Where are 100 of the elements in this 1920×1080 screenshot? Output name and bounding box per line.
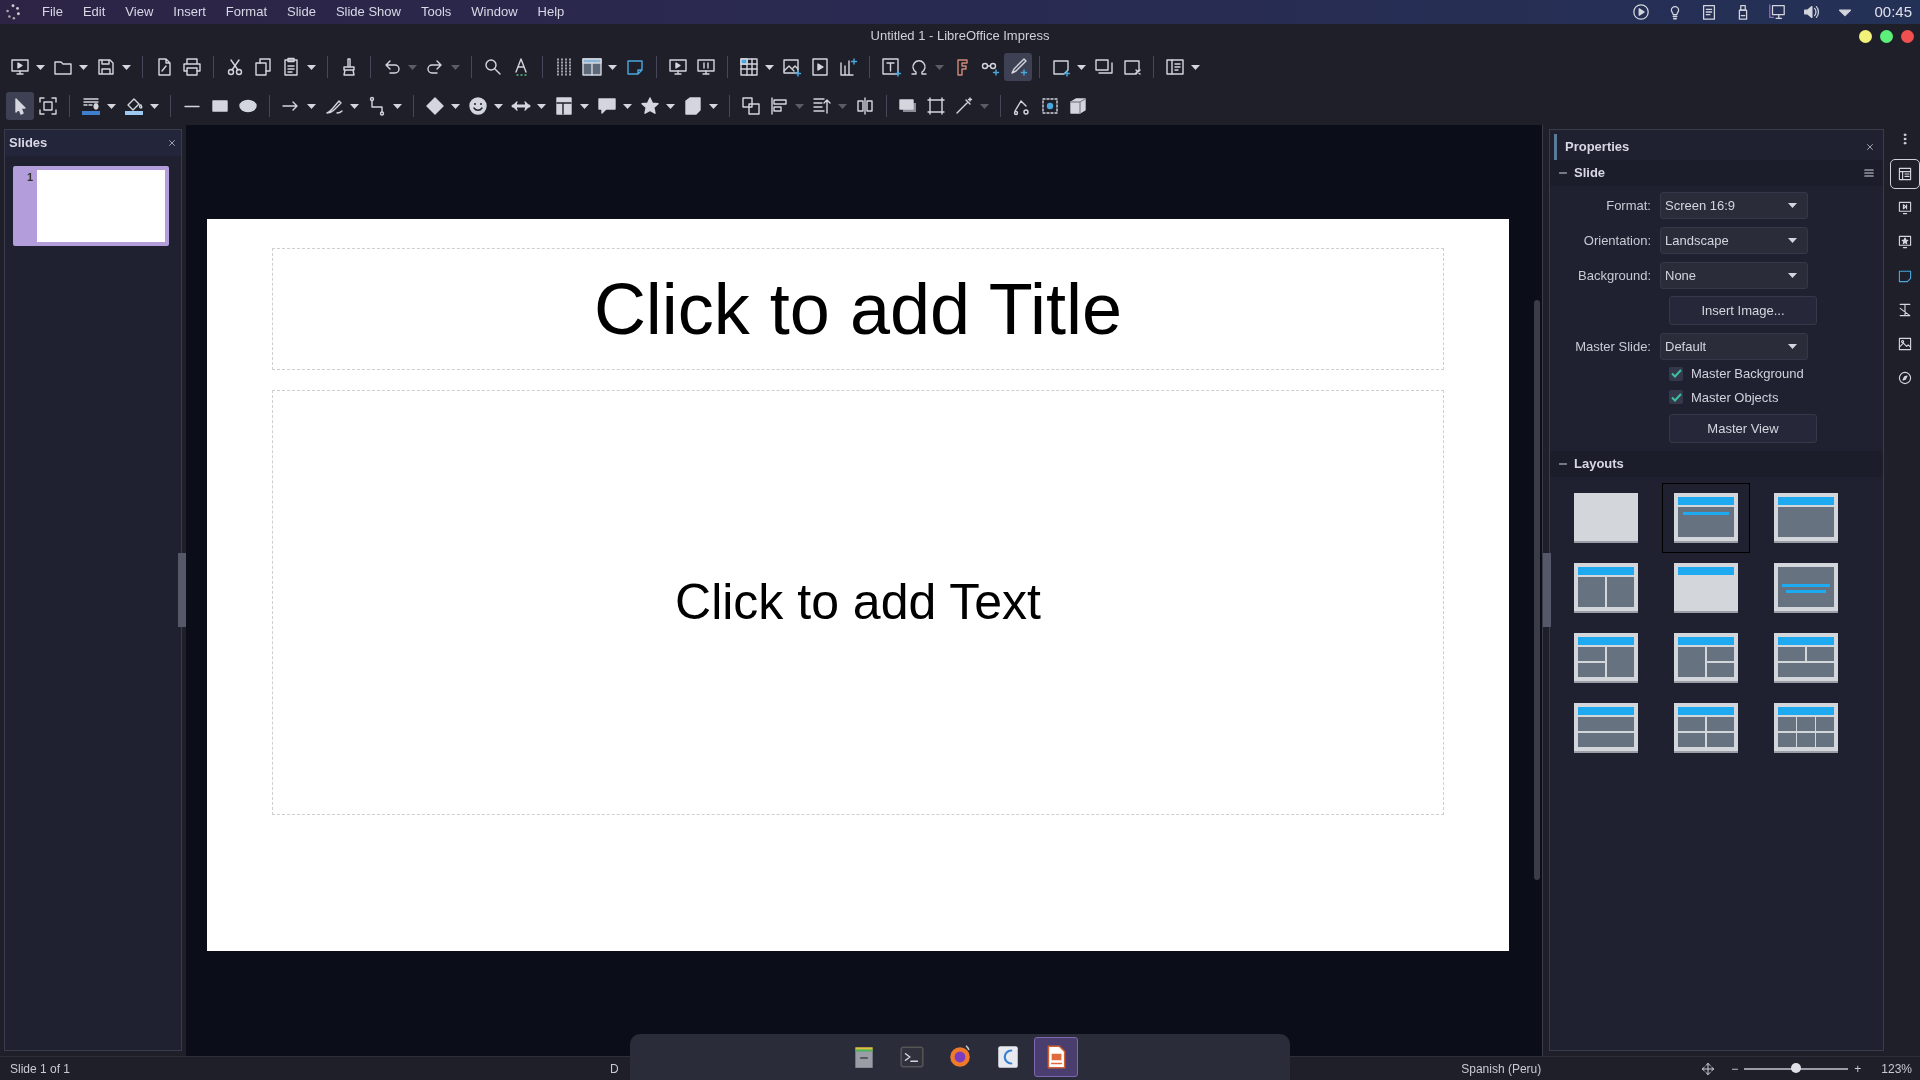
- slider-thumb[interactable]: [1791, 1062, 1802, 1073]
- fit-icon: [38, 96, 58, 116]
- caret-icon[interactable]: [666, 103, 675, 109]
- section-title: Slide: [1574, 164, 1606, 183]
- caret-icon[interactable]: [451, 103, 460, 109]
- sidebar-tab[interactable]: [1890, 159, 1920, 189]
- pen-button[interactable]: [1004, 53, 1032, 81]
- caret-icon[interactable]: [765, 64, 774, 70]
- zoom-out-button[interactable]: −: [1725, 1058, 1745, 1079]
- close-button[interactable]: [1901, 30, 1914, 43]
- menu-item[interactable]: View: [115, 0, 164, 24]
- move-icon: [1701, 1061, 1716, 1076]
- slide-thumbnail[interactable]: 1: [13, 166, 169, 246]
- gallery-icon: [1897, 335, 1913, 353]
- distribute-icon: [855, 96, 875, 116]
- presentation-icon: [668, 57, 688, 77]
- grid-icon: [554, 57, 574, 77]
- caret-icon[interactable]: [107, 103, 116, 109]
- crop-icon: [926, 96, 946, 116]
- duplicate-slide-icon: [1094, 57, 1114, 77]
- maximize-button[interactable]: [1880, 30, 1893, 43]
- layout-option[interactable]: [1662, 483, 1750, 553]
- status-text: D: [610, 1060, 619, 1078]
- document-app-icon: [995, 1044, 1021, 1070]
- dock-item[interactable]: [1034, 1037, 1078, 1077]
- section-title: Layouts: [1574, 455, 1624, 474]
- display-icon[interactable]: [1768, 3, 1787, 21]
- launcher-icon[interactable]: [4, 3, 22, 21]
- scrollbar[interactable]: [1534, 300, 1540, 880]
- caret-icon[interactable]: [350, 103, 359, 109]
- caret-icon[interactable]: [122, 64, 131, 70]
- dropdown[interactable]: Screen 16:9: [1660, 192, 1808, 219]
- caret-icon[interactable]: [79, 64, 88, 70]
- caret-icon[interactable]: [36, 64, 45, 70]
- caret-icon[interactable]: [623, 103, 632, 109]
- caret-icon[interactable]: [494, 103, 503, 109]
- slide-status: Slide 1 of 1: [10, 1060, 72, 1078]
- field-label: Background:: [1577, 266, 1652, 285]
- checkbox-label: Master Background: [1691, 365, 1804, 383]
- speaker-icon[interactable]: [1802, 3, 1821, 21]
- caret-icon[interactable]: [709, 103, 718, 109]
- chart-icon: [838, 57, 858, 77]
- window-title: Untitled 1 - LibreOffice Impress: [870, 27, 1050, 45]
- animation-icon: [1897, 233, 1913, 251]
- diamond-icon: [425, 96, 445, 116]
- copy-icon: [253, 57, 273, 77]
- zoom-in-button[interactable]: +: [1848, 1058, 1868, 1079]
- close-icon[interactable]: [167, 138, 177, 148]
- close-icon[interactable]: [1865, 142, 1875, 152]
- caret-icon[interactable]: [307, 103, 316, 109]
- caret-icon[interactable]: [608, 64, 617, 70]
- dropdown[interactable]: Landscape: [1660, 227, 1808, 254]
- menu-item[interactable]: File: [32, 0, 73, 24]
- comment-icon: [625, 57, 645, 77]
- pointer-button[interactable]: [6, 92, 34, 120]
- panel-button[interactable]: Insert Image...: [1669, 296, 1817, 325]
- properties-icon: [1897, 165, 1913, 183]
- menu-item[interactable]: Tools: [410, 0, 462, 24]
- layout-icon: [582, 57, 602, 77]
- cube-icon: [683, 96, 703, 116]
- language-status[interactable]: Spanish (Peru): [1461, 1059, 1542, 1078]
- transform-icon: [741, 96, 761, 116]
- flowchart-icon: [554, 96, 574, 116]
- title-placeholder[interactable]: Click to add Title: [272, 248, 1444, 370]
- checkbox[interactable]: [1669, 366, 1683, 381]
- minimize-button[interactable]: [1859, 30, 1872, 43]
- menu-item[interactable]: Slide: [277, 0, 326, 24]
- splitter-handle[interactable]: [1543, 553, 1551, 627]
- checkbox[interactable]: [1669, 390, 1683, 405]
- pen-icon: [1008, 57, 1028, 77]
- dropdown[interactable]: None: [1660, 262, 1808, 289]
- menu-item[interactable]: Slide Show: [325, 0, 411, 24]
- menu-item[interactable]: Insert: [163, 0, 216, 24]
- caret-icon[interactable]: [580, 103, 589, 109]
- menu-icon[interactable]: [1863, 167, 1875, 179]
- media-player-icon[interactable]: [1632, 3, 1651, 21]
- caret-icon[interactable]: [150, 103, 159, 109]
- splitter-handle[interactable]: [178, 553, 186, 627]
- presentation-icon: [10, 57, 30, 77]
- field-label: Orientation:: [1582, 231, 1652, 250]
- menu-item[interactable]: Edit: [72, 0, 116, 24]
- caret-icon[interactable]: [537, 103, 546, 109]
- menu-item[interactable]: Format: [215, 0, 277, 24]
- text-placeholder[interactable]: Click to add Text: [272, 390, 1444, 815]
- panel-title: Properties: [1565, 138, 1630, 157]
- caret-icon[interactable]: [1077, 64, 1086, 70]
- line-color-icon: [81, 96, 101, 116]
- image-icon: [782, 57, 802, 77]
- panel-button[interactable]: Master View: [1669, 414, 1817, 443]
- caret-icon[interactable]: [393, 103, 402, 109]
- menu-item[interactable]: Window: [461, 0, 528, 24]
- dropdown[interactable]: Default: [1660, 333, 1808, 360]
- glue-point-icon: [1040, 96, 1060, 116]
- menu-item[interactable]: Help: [527, 0, 575, 24]
- smiley-icon: [468, 96, 488, 116]
- table-icon: [739, 57, 759, 77]
- caret-icon[interactable]: [1191, 64, 1200, 70]
- caret-icon[interactable]: [307, 64, 316, 70]
- text-box-icon: [881, 57, 901, 77]
- wand-icon: [954, 96, 974, 116]
